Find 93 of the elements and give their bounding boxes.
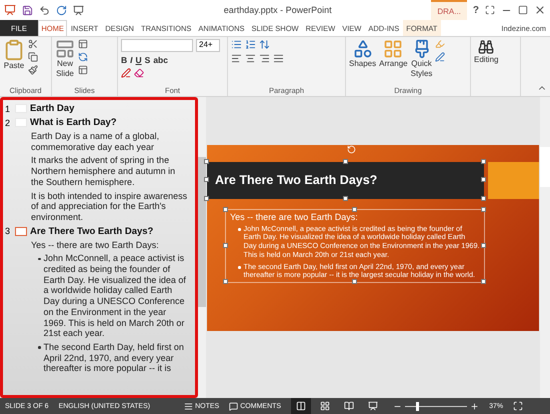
outline-paragraph: Yes -- there are two Earth Days: (31, 240, 159, 250)
book-icon (344, 401, 354, 411)
accent-block (488, 162, 539, 198)
paste-button[interactable]: Paste (4, 61, 24, 71)
numbering-icon[interactable] (245, 39, 256, 50)
resize-handle[interactable] (481, 279, 486, 284)
outline-paragraph: It marks the advent of spring in the Northern hemisphere and autumn in the Southern hemisphere. (31, 155, 176, 188)
slide-title[interactable]: Are There Two Earth Days? (215, 173, 378, 187)
find-icon[interactable] (478, 39, 494, 55)
clear-format-icon[interactable] (134, 68, 144, 78)
fit-slide-icon[interactable] (513, 401, 524, 411)
reset-icon[interactable] (78, 52, 88, 62)
outline-paragraph: It is both intended to inspire awareness of and appreciation for the Earth's environment. (31, 190, 188, 223)
slide-subtitle: Yes -- there are two Earth Days: (230, 212, 359, 222)
line-spacing-icon[interactable] (259, 39, 270, 50)
new-slide-label[interactable]: Slide (56, 69, 74, 79)
copy-icon[interactable] (28, 52, 38, 62)
app-icon (4, 4, 16, 16)
new-slide-label[interactable]: New (56, 59, 73, 69)
outline-slide-title[interactable]: Earth Day (30, 103, 74, 114)
undo-icon[interactable] (39, 4, 50, 16)
bullets-icon[interactable] (231, 39, 242, 50)
shapes-button[interactable]: Shapes (349, 59, 376, 69)
format-button[interactable]: U (136, 55, 142, 65)
shapes-icon[interactable] (352, 39, 373, 59)
align-right-icon[interactable] (259, 53, 270, 64)
resize-handle[interactable] (204, 196, 209, 200)
presentation-icon (368, 401, 378, 411)
bullet-icon (38, 346, 40, 349)
layout-icon[interactable] (78, 39, 88, 49)
outline-paragraph: Earth Day is a name of a global, commemorative day each year (31, 131, 160, 152)
slide-thumbnail[interactable] (15, 226, 27, 236)
resize-handle[interactable] (342, 158, 348, 164)
align-center-icon[interactable] (245, 53, 256, 64)
outline-slide-title[interactable]: What is Earth Day? (30, 117, 117, 128)
close-icon[interactable] (534, 4, 546, 16)
help-button[interactable]: ? (472, 4, 479, 16)
zoom-thumb[interactable] (416, 402, 420, 410)
cut-icon[interactable] (28, 39, 38, 49)
resize-handle[interactable] (223, 206, 228, 212)
resize-handle[interactable] (352, 279, 357, 284)
slideshow-icon[interactable] (73, 4, 84, 16)
quick-styles-label[interactable]: Styles (410, 69, 432, 79)
resize-handle[interactable] (481, 177, 486, 182)
format-button[interactable]: I (130, 55, 133, 65)
resize-handle[interactable] (204, 177, 209, 182)
slide-number: 1 (5, 104, 12, 114)
slide-scrollbar[interactable] (540, 97, 550, 398)
save-icon[interactable] (22, 4, 33, 16)
outline-slide-title[interactable]: Are There Two Earth Days? (30, 226, 154, 237)
resize-handle[interactable] (204, 158, 209, 164)
format-button[interactable]: B (121, 55, 128, 65)
justify-icon[interactable] (273, 53, 284, 64)
slide-number: 3 (5, 226, 12, 236)
outline-bullet: The second Earth Day, held first on April 22nd, 1970, and every year thereafter is more popular -- it is (44, 342, 185, 374)
format-painter-icon[interactable] (28, 65, 38, 75)
format-button[interactable]: S (144, 55, 150, 65)
grid-icon (320, 401, 330, 411)
font-size-field[interactable]: 24+ (196, 39, 220, 52)
resize-handle[interactable] (481, 242, 486, 248)
redo-icon[interactable] (56, 4, 67, 16)
resize-handle[interactable] (481, 196, 486, 200)
bullet-icon (238, 266, 240, 269)
bullet-icon (38, 258, 40, 260)
font-name-field[interactable] (121, 39, 193, 52)
resize-handle[interactable] (223, 242, 228, 248)
contextual-tab-label: DRA... (431, 0, 467, 20)
zoom-in-icon[interactable] (470, 402, 480, 410)
slide-number: 2 (5, 118, 12, 128)
outline-bullet: John McConnell, a peace activist is credited as being the founder of Earth Day. He visualized the idea of a worldwide holiday called Earth Day during a UNESCO Conference on the Environment in the year 1969. This is held on March 20th or 21st each year. (44, 253, 187, 339)
align-left-icon[interactable] (231, 53, 242, 64)
ribbon-display-icon[interactable] (485, 5, 495, 15)
resize-handle[interactable] (223, 279, 228, 284)
resize-handle[interactable] (481, 206, 486, 212)
quick-styles-label[interactable]: Quick (411, 59, 432, 69)
resize-handle[interactable] (481, 158, 486, 164)
comment-icon (229, 402, 238, 410)
rotate-handle-icon[interactable] (347, 144, 356, 154)
notes-icon (184, 402, 194, 410)
normal-view-icon (296, 401, 306, 411)
maximize-icon[interactable] (518, 5, 528, 15)
resize-handle[interactable] (342, 196, 348, 200)
section-icon[interactable] (78, 65, 88, 75)
arrange-button[interactable]: Arrange (379, 59, 408, 69)
new-slide-icon[interactable] (55, 39, 75, 59)
window-title: earthday.pptx - PowerPoint (222, 5, 333, 15)
editing-button[interactable]: Editing (474, 55, 498, 65)
bullet-icon (238, 228, 240, 230)
view-button[interactable] (291, 398, 312, 414)
resize-handle[interactable] (352, 206, 357, 212)
outline-scrollbar[interactable] (198, 97, 206, 398)
format-button[interactable]: abc (153, 55, 168, 65)
content-placeholder[interactable] (225, 208, 485, 284)
